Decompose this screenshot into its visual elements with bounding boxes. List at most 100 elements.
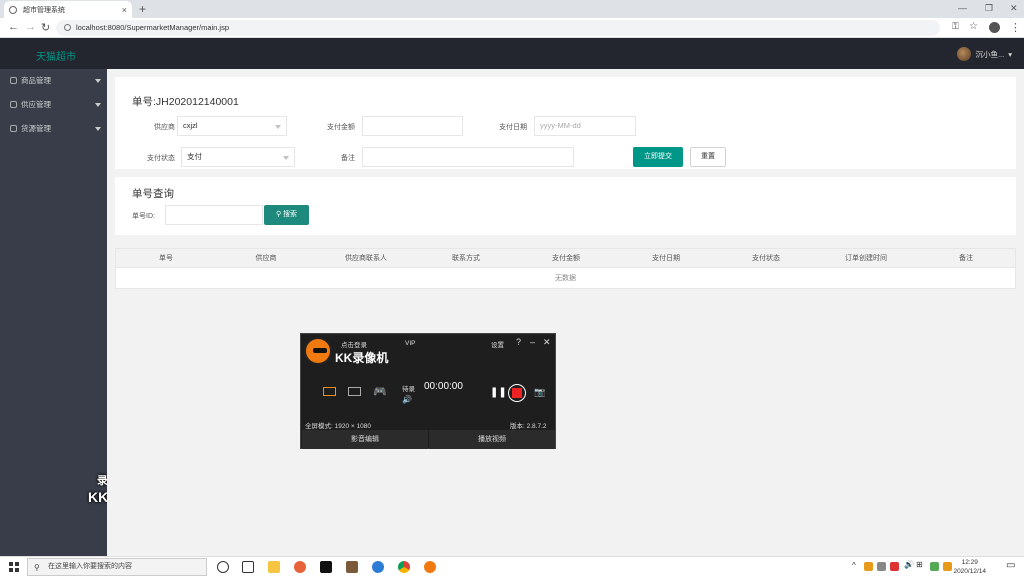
new-tab-icon[interactable]: + — [139, 2, 146, 16]
play-video-button[interactable]: 播放视频 — [429, 430, 555, 449]
empty-message: 无数据 — [115, 268, 1016, 289]
tray-icon[interactable] — [930, 562, 939, 571]
table-header-cell: 支付状态 — [752, 255, 780, 262]
close-tab-icon[interactable]: × — [122, 5, 127, 15]
tray-chevron-icon[interactable]: ^ — [852, 561, 856, 570]
taskbar: ⚲ 在这里输入你要搜索的内容 ^ 🔊 ⊞ 12:29 2020/12/14 ▭ — [0, 556, 1024, 576]
minimize-icon[interactable]: – — [530, 337, 535, 347]
minimize-icon[interactable]: — — [958, 3, 967, 13]
task-view-icon[interactable] — [242, 561, 254, 573]
camera-icon[interactable]: 📷 — [534, 387, 545, 398]
browser-tab[interactable]: 超市管理系统 × — [4, 1, 132, 18]
game-mode-icon[interactable]: 🎮 — [373, 385, 387, 398]
edge-icon[interactable] — [372, 561, 384, 573]
stop-icon — [512, 388, 522, 398]
app-icon[interactable] — [346, 561, 358, 573]
version-label: 版本: 2.8.7.2 — [510, 423, 547, 430]
volume-icon[interactable]: 🔊 — [402, 395, 412, 404]
screen-mode-icon[interactable] — [323, 387, 336, 396]
order-number: 单号:JH202012140001 — [132, 96, 239, 108]
status-label: 支付状态 — [147, 155, 175, 162]
search-button[interactable]: ⚲ 搜索 — [264, 205, 309, 225]
reset-button[interactable]: 重置 — [690, 147, 726, 167]
tray-icon[interactable] — [890, 562, 899, 571]
restore-icon[interactable]: ❐ — [985, 3, 993, 14]
table-header-cell: 订单创建时间 — [845, 255, 887, 262]
login-link[interactable]: 点击登录 — [341, 339, 367, 349]
terminal-icon[interactable] — [320, 561, 332, 573]
remark-input[interactable] — [362, 147, 574, 167]
status-value: 支付 — [187, 152, 202, 161]
amount-label: 支付金额 — [327, 124, 355, 131]
pause-icon[interactable]: ❚❚ — [490, 387, 507, 398]
settings-icon — [10, 77, 17, 84]
url-text: localhost:8080/SupermarketManager/main.j… — [76, 23, 229, 32]
menu-icon[interactable]: ⋮ — [1010, 21, 1021, 34]
recorder-title: KK录像机 — [335, 351, 389, 365]
supplier-label: 供应商 — [154, 124, 175, 131]
app-logo: 天猫超市 — [36, 52, 76, 63]
search-button-label: 搜索 — [283, 211, 298, 218]
tray-icon[interactable] — [864, 562, 873, 571]
close-icon[interactable]: ✕ — [543, 337, 551, 348]
user-menu[interactable]: 沉小鱼... ▾ — [957, 47, 1012, 61]
clock-date: 2020/12/14 — [953, 568, 986, 575]
clock[interactable]: 12:29 2020/12/14 — [953, 558, 986, 576]
edit-video-button[interactable]: 影音编辑 — [302, 430, 428, 449]
globe-icon — [9, 5, 17, 14]
kk-recorder-icon[interactable] — [424, 561, 436, 573]
orders-table: 单号 供应商 供应商联系人 联系方式 支付金额 支付日期 支付状态 订单创建时间 备注 无数据 — [115, 248, 1016, 289]
back-icon[interactable]: ← — [8, 21, 19, 33]
sidebar-item-source[interactable]: 货源管理 — [0, 117, 107, 141]
amount-input[interactable] — [362, 116, 463, 136]
sidebar-item-goods[interactable]: 商品管理 — [0, 69, 107, 93]
query-legend: 单号查询 — [132, 188, 174, 200]
profile-icon[interactable] — [989, 22, 1000, 33]
order-id-input[interactable] — [165, 205, 263, 225]
avatar — [957, 47, 972, 61]
window-close-icon[interactable]: ✕ — [1010, 3, 1018, 14]
app-header: 天猫超市 沉小鱼... ▾ — [0, 38, 1024, 69]
chrome-icon[interactable] — [398, 561, 410, 573]
chevron-down-icon: ▾ — [1008, 49, 1012, 59]
tray-icon[interactable] — [943, 562, 952, 571]
table-header-cell: 支付金额 — [552, 255, 580, 262]
volume-icon[interactable]: 🔊 — [904, 560, 914, 569]
table-header-cell: 供应商联系人 — [345, 255, 387, 262]
submit-button[interactable]: 立即提交 — [633, 147, 683, 167]
record-button[interactable] — [508, 384, 526, 402]
tab-title: 超市管理系统 — [23, 6, 65, 14]
search-icon: ⚲ — [34, 563, 40, 572]
region-mode-icon[interactable] — [348, 387, 361, 396]
vip-label[interactable]: VIP — [405, 340, 415, 347]
info-icon — [64, 24, 71, 31]
windows-start-icon[interactable] — [9, 562, 19, 572]
star-icon[interactable]: ☆ — [969, 21, 978, 32]
sidebar-item-label: 供应管理 — [21, 100, 51, 109]
taskbar-search[interactable]: ⚲ 在这里输入你要搜索的内容 — [27, 558, 207, 576]
key-icon[interactable]: ⚿ — [952, 21, 959, 32]
clock-time: 12:29 — [961, 559, 978, 566]
forward-icon[interactable]: → — [25, 21, 36, 33]
settings-icon — [10, 125, 17, 132]
status-text: 待录 — [402, 386, 415, 393]
notification-icon[interactable]: ▭ — [1006, 560, 1015, 571]
network-icon[interactable]: ⊞ — [916, 560, 923, 569]
supplier-select[interactable]: cxjzl — [177, 116, 287, 136]
status-select[interactable]: 支付 — [181, 147, 295, 167]
url-input[interactable]: localhost:8080/SupermarketManager/main.j… — [56, 20, 940, 36]
help-icon[interactable]: ? — [516, 337, 521, 347]
username: 沉小鱼... — [975, 49, 1005, 59]
sidebar-item-supply[interactable]: 供应管理 — [0, 93, 107, 117]
date-input[interactable]: yyyy-MM-dd — [534, 116, 636, 136]
cortana-icon[interactable] — [217, 561, 229, 573]
chevron-down-icon — [95, 79, 101, 83]
timer: 00:00:00 — [424, 381, 463, 392]
reload-icon[interactable]: ↻ — [41, 21, 50, 34]
settings-link[interactable]: 设置 — [491, 339, 504, 349]
tray-icon[interactable] — [877, 562, 886, 571]
mode-label: 全屏模式: 1920 × 1080 — [305, 423, 371, 430]
file-explorer-icon[interactable] — [268, 561, 280, 573]
search-icon: ⚲ — [275, 211, 282, 218]
app-icon[interactable] — [294, 561, 306, 573]
